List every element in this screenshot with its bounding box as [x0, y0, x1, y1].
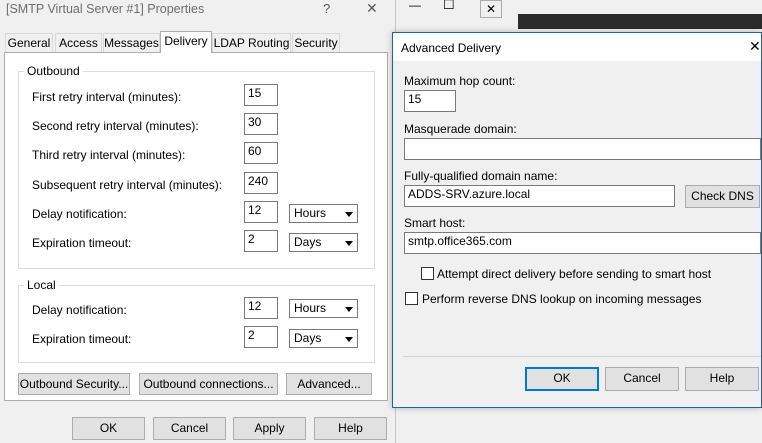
ok-button[interactable]: OK	[72, 417, 145, 440]
fqdn-input[interactable]: ADDS-SRV.azure.local	[404, 185, 675, 207]
local-expire-unit-value: Days	[294, 331, 322, 345]
local-expire-unit-select[interactable]: Days	[289, 329, 358, 348]
tab-general[interactable]: General	[5, 33, 53, 52]
maximize-icon[interactable]: ☐	[443, 0, 455, 13]
tab-ldap-routing[interactable]: LDAP Routing	[212, 33, 291, 52]
local-expire-input[interactable]: 2	[244, 326, 278, 348]
local-delay-unit-value: Hours	[294, 301, 327, 315]
tab-security[interactable]: Security	[292, 33, 340, 52]
outbound-expire-unit-value: Days	[294, 235, 322, 249]
outbound-delay-input[interactable]: 12	[244, 201, 278, 223]
advanced-ok-button[interactable]: OK	[525, 367, 599, 391]
outbound-delay-unit-value: Hours	[294, 206, 327, 220]
outbound-connections-button[interactable]: Outbound connections...	[139, 373, 278, 395]
max-hop-label: Maximum hop count:	[404, 74, 516, 88]
close-icon[interactable]: ✕	[749, 38, 761, 55]
outbound-expire-label: Expiration timeout:	[32, 236, 132, 250]
minimize-icon[interactable]: —	[409, 0, 421, 12]
first-retry-label: First retry interval (minutes):	[32, 90, 182, 104]
local-delay-unit-select[interactable]: Hours	[289, 299, 358, 318]
tab-messages[interactable]: Messages	[103, 33, 160, 52]
second-retry-label: Second retry interval (minutes):	[32, 119, 199, 133]
outbound-expire-unit-select[interactable]: Days	[289, 233, 358, 252]
advanced-delivery-dialog: Advanced Delivery ✕ Maximum hop count: 1…	[392, 32, 762, 408]
subsequent-retry-label: Subsequent retry interval (minutes):	[32, 178, 223, 192]
local-delay-label: Delay notification:	[32, 303, 127, 317]
chevron-down-icon	[345, 337, 353, 342]
chevron-down-icon	[345, 307, 353, 312]
tab-access[interactable]: Access	[55, 33, 102, 52]
local-group	[18, 285, 375, 363]
chevron-down-icon	[345, 241, 353, 246]
smart-host-label: Smart host:	[404, 216, 466, 230]
masquerade-domain-input[interactable]	[404, 138, 761, 160]
subsequent-retry-input[interactable]: 240	[244, 172, 278, 194]
attempt-direct-checkbox[interactable]	[421, 267, 434, 280]
outbound-security-button[interactable]: Outbound Security...	[18, 373, 130, 395]
attempt-direct-label[interactable]: Attempt direct delivery before sending t…	[437, 267, 711, 281]
close-icon[interactable]: ✕	[480, 0, 502, 18]
third-retry-label: Third retry interval (minutes):	[32, 148, 186, 162]
outbound-delay-label: Delay notification:	[32, 207, 127, 221]
local-delay-input[interactable]: 12	[244, 297, 278, 319]
smart-host-input[interactable]: smtp.office365.com	[404, 232, 761, 254]
close-icon[interactable]: ✕	[366, 0, 378, 17]
advanced-button[interactable]: Advanced...	[286, 373, 372, 395]
cancel-button[interactable]: Cancel	[153, 417, 226, 440]
first-retry-input[interactable]: 15	[244, 84, 278, 106]
help-button[interactable]: Help	[314, 417, 387, 440]
outbound-legend: Outbound	[24, 64, 83, 78]
background-dark-strip	[518, 14, 762, 29]
properties-dialog: [SMTP Virtual Server #1] Properties ? ✕ …	[0, 0, 393, 443]
third-retry-input[interactable]: 60	[244, 142, 278, 164]
tab-delivery[interactable]: Delivery	[160, 31, 212, 53]
outbound-delay-unit-select[interactable]: Hours	[289, 204, 358, 223]
outbound-expire-input[interactable]: 2	[244, 230, 278, 252]
reverse-dns-label[interactable]: Perform reverse DNS lookup on incoming m…	[422, 292, 701, 306]
help-icon[interactable]: ?	[323, 1, 330, 16]
advanced-help-button[interactable]: Help	[685, 367, 759, 391]
masquerade-domain-label: Masquerade domain:	[404, 122, 517, 136]
delivery-tab-page: Outbound First retry interval (minutes):…	[4, 52, 388, 401]
reverse-dns-checkbox[interactable]	[405, 292, 418, 305]
local-legend: Local	[24, 278, 59, 292]
fqdn-label: Fully-qualified domain name:	[404, 169, 558, 183]
advanced-divider	[403, 356, 761, 357]
advanced-dialog-title: Advanced Delivery	[401, 41, 502, 55]
advanced-cancel-button[interactable]: Cancel	[605, 367, 679, 391]
check-dns-button[interactable]: Check DNS	[685, 185, 760, 208]
chevron-down-icon	[345, 212, 353, 217]
max-hop-input[interactable]: 15	[404, 90, 456, 112]
dialog-title: [SMTP Virtual Server #1] Properties	[6, 2, 205, 16]
local-expire-label: Expiration timeout:	[32, 332, 132, 346]
apply-button[interactable]: Apply	[233, 417, 306, 440]
second-retry-input[interactable]: 30	[244, 113, 278, 135]
